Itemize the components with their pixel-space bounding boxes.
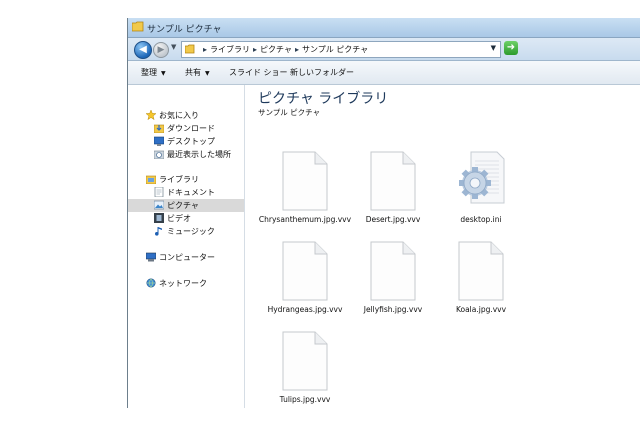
explorer-window: サンプル ピクチャ ◀ ▶ ▼ ▸ ライブラリ ▸ ピクチャ ▸ サンプル ピクチャ ▼ … <box>127 18 640 408</box>
command-bar: 整理 ▼ 共有 ▼ スライド ショー 新しいフォルダー <box>128 61 640 85</box>
file-name: Chrysanthemum.jpg.vvv <box>258 215 352 224</box>
downloads-folder-icon <box>154 124 164 133</box>
videos-icon <box>154 213 164 223</box>
file-item[interactable]: Koala.jpg.vvv <box>433 241 513 331</box>
breadcrumb-arrow-icon[interactable]: ▸ <box>203 45 207 54</box>
window-title: サンプル ピクチャ <box>147 25 222 35</box>
star-icon <box>146 110 156 120</box>
refresh-icon[interactable]: ➜ <box>504 41 518 55</box>
file-item[interactable]: Desert.jpg.vvv <box>345 151 425 241</box>
blank-document-icon <box>282 241 328 301</box>
address-bar[interactable]: ▸ ライブラリ ▸ ピクチャ ▸ サンプル ピクチャ ▼ <box>181 41 501 58</box>
nav-computer-label: コンピューター <box>159 253 215 262</box>
nav-network-label: ネットワーク <box>159 279 207 288</box>
blank-document-icon <box>370 241 416 301</box>
file-item[interactable]: Chrysanthemum.jpg.vvv <box>257 151 351 241</box>
documents-icon <box>154 187 164 197</box>
file-name: Koala.jpg.vvv <box>455 305 507 314</box>
nav-desktop-label: デスクトップ <box>167 137 215 146</box>
new-folder-button[interactable]: 新しいフォルダー <box>290 67 354 78</box>
file-name: Jellyfish.jpg.vvv <box>363 305 423 314</box>
breadcrumb-arrow-icon[interactable]: ▸ <box>253 45 257 54</box>
nav-computer[interactable]: コンピューター <box>146 251 244 264</box>
organize-button[interactable]: 整理 ▼ <box>141 67 166 78</box>
navigation-pane: お気に入り ダウンロード デスクトップ 最近表示した場所 ライブラリ ドキュメン… <box>128 85 245 408</box>
music-note-icon <box>155 227 162 236</box>
folder-icon <box>185 44 195 54</box>
chevron-down-icon: ▼ <box>205 70 210 77</box>
nav-favorites-label: お気に入り <box>159 111 199 120</box>
file-list-pane: ピクチャ ライブラリ サンプル ピクチャ Chrysanthemum.jpg.v… <box>245 85 640 408</box>
file-name: Hydrangeas.jpg.vvv <box>267 305 343 314</box>
computer-icon <box>146 252 156 262</box>
nav-music[interactable]: ミュージック <box>154 225 244 238</box>
nav-favorites[interactable]: お気に入り <box>146 109 244 122</box>
breadcrumb-sample-pictures[interactable]: サンプル ピクチャ <box>302 45 368 54</box>
nav-videos-label: ビデオ <box>167 214 191 223</box>
nav-documents[interactable]: ドキュメント <box>154 186 244 199</box>
nav-pictures[interactable]: ピクチャ <box>128 199 244 212</box>
nav-pictures-label: ピクチャ <box>167 201 199 210</box>
breadcrumb-pictures[interactable]: ピクチャ <box>260 45 292 54</box>
share-button[interactable]: 共有 ▼ <box>185 67 210 78</box>
title-bar[interactable]: サンプル ピクチャ <box>128 18 640 38</box>
file-item[interactable]: Tulips.jpg.vvv <box>257 331 337 408</box>
file-item[interactable]: Jellyfish.jpg.vvv <box>345 241 425 331</box>
recent-places-icon <box>154 150 164 159</box>
file-name: Tulips.jpg.vvv <box>279 395 331 404</box>
file-item[interactable]: Hydrangeas.jpg.vvv <box>257 241 342 331</box>
nav-downloads[interactable]: ダウンロード <box>154 122 244 135</box>
address-row: ◀ ▶ ▼ ▸ ライブラリ ▸ ピクチャ ▸ サンプル ピクチャ ▼ ➜ <box>128 38 640 61</box>
blank-document-icon <box>458 241 504 301</box>
organize-label: 整理 <box>141 68 157 77</box>
recent-pages-dropdown[interactable]: ▼ <box>171 43 176 51</box>
settings-file-icon <box>459 151 505 204</box>
back-button[interactable]: ◀ <box>134 41 152 59</box>
file-name: desktop.ini <box>460 215 502 224</box>
nav-libraries-label: ライブラリ <box>159 175 199 184</box>
libraries-icon <box>146 175 156 184</box>
library-title: ピクチャ ライブラリ <box>258 91 389 107</box>
blank-document-icon <box>370 151 416 211</box>
nav-recent-places[interactable]: 最近表示した場所 <box>154 148 244 161</box>
breadcrumb-arrow-icon[interactable]: ▸ <box>295 45 299 54</box>
share-label: 共有 <box>185 68 201 77</box>
breadcrumb-libraries[interactable]: ライブラリ <box>210 45 250 54</box>
address-history-dropdown[interactable]: ▼ <box>491 44 496 52</box>
forward-button[interactable]: ▶ <box>153 42 169 58</box>
pictures-icon <box>154 200 164 210</box>
breadcrumb: ▸ ライブラリ ▸ ピクチャ ▸ サンプル ピクチャ <box>200 44 368 55</box>
file-item[interactable]: desktop.ini <box>433 151 513 241</box>
blank-document-icon <box>282 331 328 391</box>
nav-recent-label: 最近表示した場所 <box>167 150 231 159</box>
nav-documents-label: ドキュメント <box>167 188 215 197</box>
nav-network[interactable]: ネットワーク <box>146 277 244 290</box>
network-icon <box>146 278 156 288</box>
nav-desktop[interactable]: デスクトップ <box>154 135 244 148</box>
library-subtitle: サンプル ピクチャ <box>258 108 321 117</box>
nav-downloads-label: ダウンロード <box>167 124 215 133</box>
slideshow-button[interactable]: スライド ショー <box>229 67 288 78</box>
file-name: Desert.jpg.vvv <box>365 215 421 224</box>
desktop-icon <box>154 136 164 146</box>
chevron-down-icon: ▼ <box>161 70 166 77</box>
nav-libraries[interactable]: ライブラリ <box>146 173 244 186</box>
nav-music-label: ミュージック <box>167 227 215 236</box>
blank-document-icon <box>282 151 328 211</box>
folder-icon <box>132 21 144 32</box>
nav-videos[interactable]: ビデオ <box>154 212 244 225</box>
